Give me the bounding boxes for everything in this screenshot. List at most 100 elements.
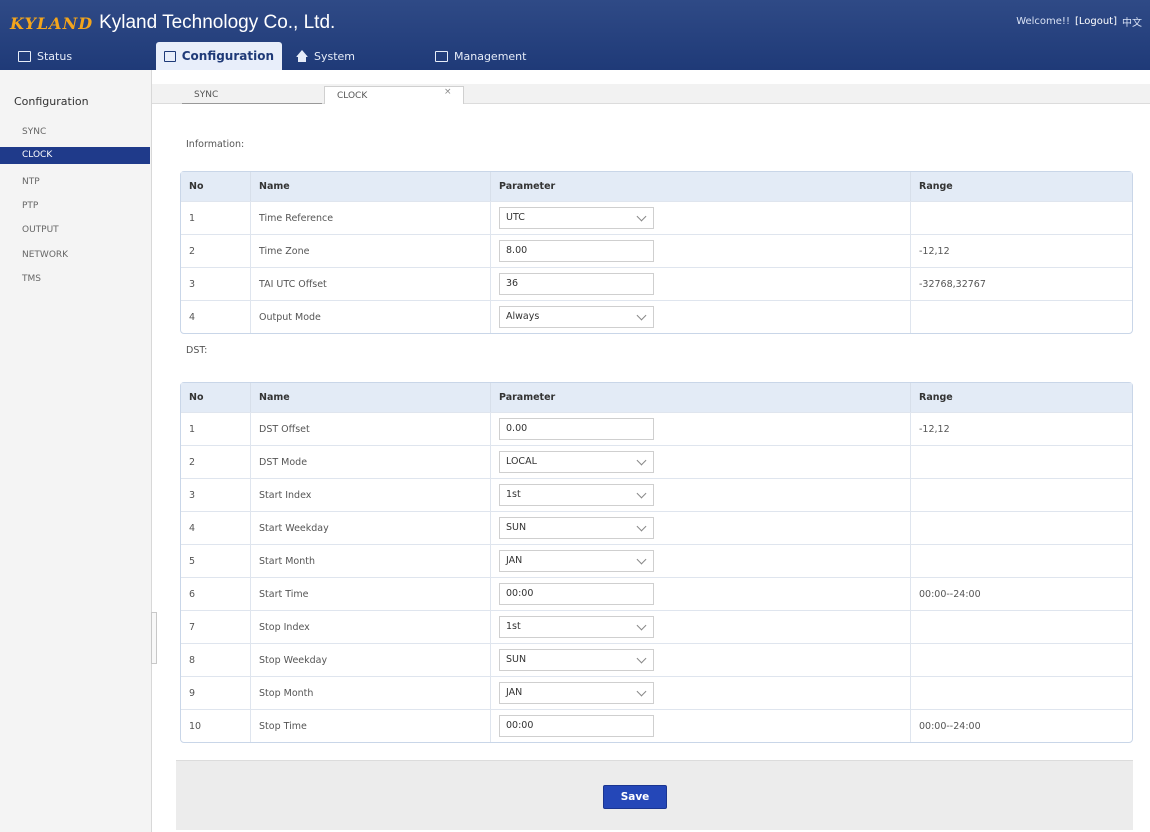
chevron-down-icon (636, 310, 647, 321)
parameter-name: DST Mode (251, 445, 491, 478)
sidebar-collapse-handle[interactable] (151, 612, 157, 664)
range-value (911, 478, 1132, 511)
parameter-cell: LOCAL (491, 445, 911, 478)
parameter-cell: 00:00 (491, 709, 911, 742)
range-value (911, 201, 1132, 234)
stop-index-select[interactable]: 1st (499, 616, 654, 638)
table-row: 2 DST Mode LOCAL (181, 445, 1132, 478)
field-value: LOCAL (506, 456, 537, 467)
table-row: 7 Stop Index 1st (181, 610, 1132, 643)
nav-system[interactable]: System (296, 42, 355, 70)
sidebar-item-tms[interactable]: TMS (0, 271, 150, 288)
row-number: 3 (181, 267, 251, 300)
sidebar-item-output[interactable]: OUTPUT (0, 222, 150, 239)
start-time-input[interactable]: 00:00 (499, 583, 654, 605)
sidebar-item-ntp[interactable]: NTP (0, 174, 150, 191)
tab-clock[interactable]: CLOCK (324, 86, 464, 104)
row-number: 2 (181, 445, 251, 478)
stop-time-input[interactable]: 00:00 (499, 715, 654, 737)
row-number: 4 (181, 511, 251, 544)
time-reference-select[interactable]: UTC (499, 207, 654, 229)
time-zone-input[interactable]: 8.00 (499, 240, 654, 262)
sidebar: Configuration SYNC CLOCK NTP PTP OUTPUT … (0, 70, 152, 832)
dst-offset-input[interactable]: 0.00 (499, 418, 654, 440)
parameter-name: Stop Time (251, 709, 491, 742)
sidebar-item-network[interactable]: NETWORK (0, 247, 150, 264)
table-row: 10 Stop Time 00:00 00:00--24:00 (181, 709, 1132, 742)
parameter-cell: 1st (491, 610, 911, 643)
parameter-name: TAI UTC Offset (251, 267, 491, 300)
nav-configuration[interactable]: Configuration (156, 42, 282, 70)
col-no-header: No (181, 383, 251, 412)
field-value: SUN (506, 522, 527, 533)
field-value: 00:00 (506, 720, 534, 731)
parameter-name: Output Mode (251, 300, 491, 333)
start-month-select[interactable]: JAN (499, 550, 654, 572)
parameter-cell: 36 (491, 267, 911, 300)
tai-utc-offset-input[interactable]: 36 (499, 273, 654, 295)
parameter-name: DST Offset (251, 412, 491, 445)
parameter-name: Time Zone (251, 234, 491, 267)
range-value: 00:00--24:00 (911, 709, 1132, 742)
main-nav: Status Configuration System Management (0, 42, 1150, 70)
parameter-name: Start Time (251, 577, 491, 610)
table-row: 4 Output Mode Always (181, 300, 1132, 333)
nav-system-label: System (314, 49, 356, 63)
kyland-logo: KYLAND (10, 13, 94, 33)
nav-configuration-label: Configuration (181, 49, 274, 63)
chevron-down-icon (636, 686, 647, 697)
save-button[interactable]: Save (603, 785, 667, 809)
tab-sync[interactable]: SYNC (182, 86, 322, 104)
close-icon[interactable]: × (444, 87, 452, 97)
col-name-header: Name (251, 172, 491, 201)
output-mode-select[interactable]: Always (499, 306, 654, 328)
stop-weekday-select[interactable]: SUN (499, 649, 654, 671)
range-value (911, 544, 1132, 577)
table-row: 9 Stop Month JAN (181, 676, 1132, 709)
parameter-cell: Always (491, 300, 911, 333)
parameter-name: Stop Weekday (251, 643, 491, 676)
table-row: 4 Start Weekday SUN (181, 511, 1132, 544)
logout-link[interactable]: [Logout] (1075, 16, 1117, 27)
sidebar-item-ptp[interactable]: PTP (0, 198, 150, 215)
chevron-down-icon (636, 211, 647, 222)
chevron-down-icon (636, 455, 647, 466)
range-value: -32768,32767 (911, 267, 1132, 300)
company-name: Kyland Technology Co., Ltd. (99, 12, 336, 33)
home-icon (296, 50, 308, 62)
sidebar-item-sync[interactable]: SYNC (0, 124, 150, 141)
row-number: 9 (181, 676, 251, 709)
management-icon (435, 50, 448, 62)
col-parameter-header: Parameter (491, 172, 911, 201)
dst-table: No Name Parameter Range 1 DST Offset 0.00 -… (180, 382, 1133, 743)
field-value: Always (506, 311, 540, 322)
field-value: 0.00 (506, 423, 528, 434)
parameter-cell: 1st (491, 478, 911, 511)
form-footer: Save (176, 760, 1133, 830)
col-range-header: Range (911, 383, 1132, 412)
range-value: -12,12 (911, 234, 1132, 267)
parameter-cell: SUN (491, 643, 911, 676)
row-number: 2 (181, 234, 251, 267)
nav-management[interactable]: Management (435, 42, 526, 70)
start-index-select[interactable]: 1st (499, 484, 654, 506)
sidebar-item-clock[interactable]: CLOCK (0, 147, 150, 164)
field-value: JAN (506, 555, 523, 566)
information-table: No Name Parameter Range 1 Time Reference U… (180, 171, 1133, 334)
table-row: 2 Time Zone 8.00 -12,12 (181, 234, 1132, 267)
field-value: SUN (506, 654, 527, 665)
stop-month-select[interactable]: JAN (499, 682, 654, 704)
table-header-row: No Name Parameter Range (181, 172, 1132, 201)
field-value: 8.00 (506, 245, 528, 256)
dst-mode-select[interactable]: LOCAL (499, 451, 654, 473)
field-value: JAN (506, 687, 523, 698)
language-link[interactable]: 中文 (1122, 14, 1142, 29)
chevron-down-icon (636, 488, 647, 499)
col-parameter-header: Parameter (491, 383, 911, 412)
row-number: 1 (181, 412, 251, 445)
nav-status[interactable]: Status (18, 42, 72, 70)
start-weekday-select[interactable]: SUN (499, 517, 654, 539)
welcome-text: Welcome!! (1016, 16, 1070, 27)
row-number: 10 (181, 709, 251, 742)
parameter-name: Stop Month (251, 676, 491, 709)
